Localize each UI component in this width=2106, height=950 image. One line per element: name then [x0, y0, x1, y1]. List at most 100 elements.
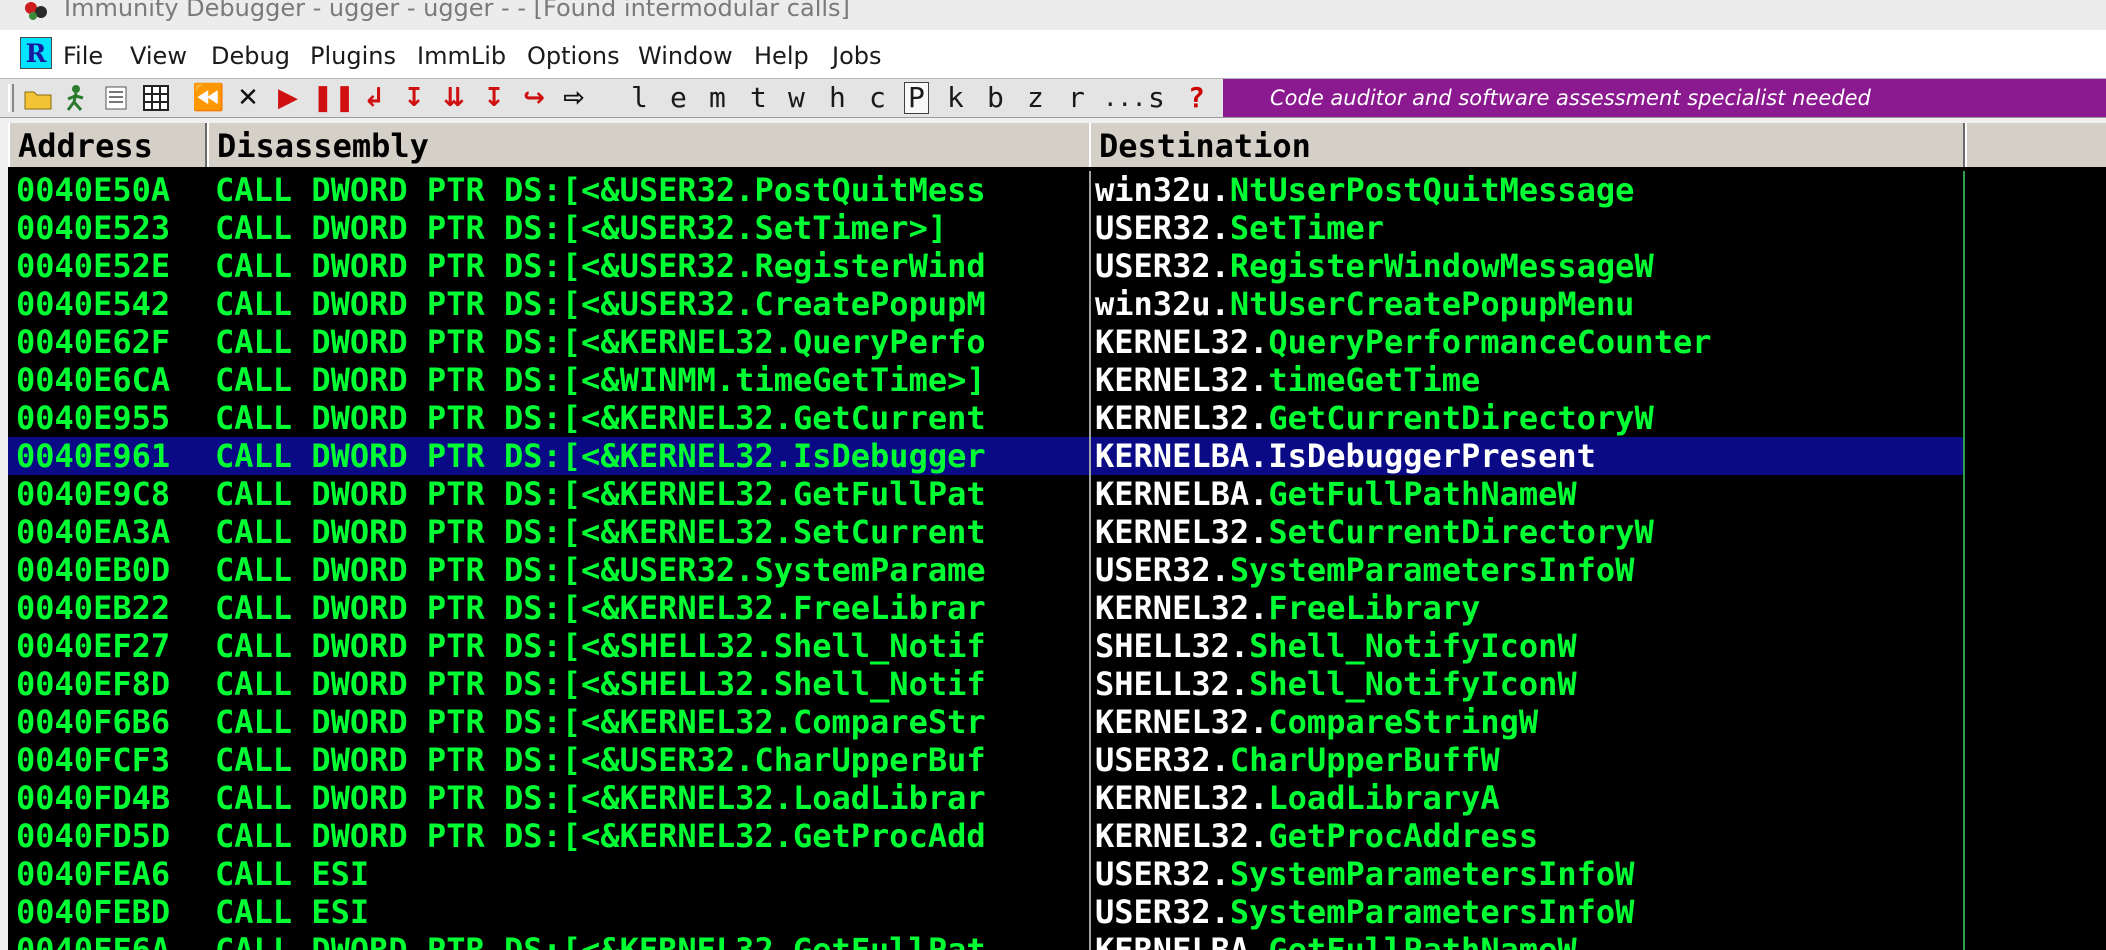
table-row[interactable]: 0040E955 CALL DWORD PTR DS:[<&KERNEL32.Ge…: [8, 399, 2106, 437]
table-row[interactable]: 0040E9C8 CALL DWORD PTR DS:[<&KERNEL32.Ge…: [8, 475, 2106, 513]
table-row[interactable]: 0040E62F CALL DWORD PTR DS:[<&KERNEL32.Qu…: [8, 323, 2106, 361]
toolbar-letter-p[interactable]: P: [904, 82, 929, 114]
toolbar-letter-r[interactable]: r: [1068, 81, 1085, 115]
table-row[interactable]: 0040EB0D CALL DWORD PTR DS:[<&USER32.Syst…: [8, 551, 2106, 589]
destination-function: RegisterWindowMessageW: [1229, 247, 1654, 285]
toolbar-letter-w[interactable]: w: [788, 81, 805, 115]
table-body[interactable]: 0040E50A CALL DWORD PTR DS:[<&USER32.Post…: [8, 171, 2106, 950]
cell-disassembly: CALL DWORD PTR DS:[<&SHELL32.Shell_Notif: [215, 665, 986, 703]
column-header-address[interactable]: Address: [8, 123, 207, 167]
table-row[interactable]: 0040E50A CALL DWORD PTR DS:[<&USER32.Post…: [8, 171, 2106, 209]
table-row[interactable]: 0040F6B6 CALL DWORD PTR DS:[<&KERNEL32.Co…: [8, 703, 2106, 741]
go-to-icon[interactable]: ⇨: [558, 82, 590, 114]
toolbar: ⏪ ✕ ▶ ❚❚ ↲ ↧ ⇊ ↧ ↪ ⇨ l e m t w h c P k b…: [0, 78, 2106, 118]
table-row[interactable]: 0040EF27 CALL DWORD PTR DS:[<&SHELL32.She…: [8, 627, 2106, 665]
cell-disassembly: CALL DWORD PTR DS:[<&KERNEL32.FreeLibrar: [215, 589, 986, 627]
table-row[interactable]: 0040EF8D CALL DWORD PTR DS:[<&SHELL32.She…: [8, 665, 2106, 703]
destination-function: QueryPerformanceCounter: [1268, 323, 1712, 361]
column-header-destination[interactable]: Destination: [1089, 123, 1965, 167]
help-question-icon[interactable]: ?: [1188, 81, 1205, 115]
trace-over-icon[interactable]: ↧: [478, 82, 510, 114]
cell-destination: SHELL32.Shell_NotifyIconW: [1095, 665, 1963, 703]
menu-immlib[interactable]: ImmLib: [417, 42, 506, 70]
toolbar-letter-c[interactable]: c: [869, 81, 886, 115]
column-divider[interactable]: [1963, 171, 1965, 950]
column-header-disassembly[interactable]: Disassembly: [207, 123, 1091, 167]
menu-view[interactable]: View: [130, 42, 187, 70]
menu-debug[interactable]: Debug: [211, 42, 290, 70]
toolbar-letter-k[interactable]: k: [947, 81, 964, 115]
table-row[interactable]: 0040FEBD CALL ESI USER32.SystemParametersI…: [8, 893, 2106, 931]
grid-icon[interactable]: [140, 82, 172, 114]
toolbar-ellipsis[interactable]: ...: [1103, 81, 1146, 115]
cell-destination: KERNELBA.IsDebuggerPresent: [1095, 437, 1963, 475]
execute-till-return-icon[interactable]: ↪: [518, 82, 550, 114]
table-row[interactable]: 0040FD5D CALL DWORD PTR DS:[<&KERNEL32.Ge…: [8, 817, 2106, 855]
step-into-icon[interactable]: ↲: [358, 82, 390, 114]
destination-module: KERNEL32: [1095, 779, 1250, 817]
cell-address: 0040F6B6: [16, 703, 171, 741]
table-row[interactable]: 0040E52E CALL DWORD PTR DS:[<&USER32.Regi…: [8, 247, 2106, 285]
cell-address: 0040FF6A: [16, 931, 171, 950]
destination-function: CompareStringW: [1268, 703, 1539, 741]
menu-jobs[interactable]: Jobs: [832, 42, 882, 70]
destination-function: SetTimer: [1229, 209, 1384, 247]
intermodular-calls-table: Address Disassembly Destination 0040E50A…: [8, 123, 2106, 950]
destination-module: SHELL32: [1095, 665, 1230, 703]
destination-separator: .: [1249, 475, 1269, 513]
cell-destination: SHELL32.Shell_NotifyIconW: [1095, 627, 1963, 665]
log-icon[interactable]: [100, 82, 132, 114]
toolbar-letter-b[interactable]: b: [987, 81, 1004, 115]
step-over-icon[interactable]: ↧: [398, 82, 430, 114]
column-divider[interactable]: [1089, 171, 1091, 950]
table-row[interactable]: 0040FD4B CALL DWORD PTR DS:[<&KERNEL32.Lo…: [8, 779, 2106, 817]
r-logo-icon[interactable]: R: [20, 37, 52, 69]
run-figure-icon[interactable]: [60, 82, 92, 114]
table-row[interactable]: 0040FCF3 CALL DWORD PTR DS:[<&USER32.Char…: [8, 741, 2106, 779]
run-icon[interactable]: ▶: [272, 82, 304, 114]
toolbar-grip[interactable]: [8, 84, 14, 112]
cell-destination: USER32.SetTimer: [1095, 209, 1963, 247]
toolbar-letter-s[interactable]: s: [1148, 81, 1165, 115]
menu-window[interactable]: Window: [638, 42, 733, 70]
cell-address: 0040E6CA: [16, 361, 171, 399]
table-row[interactable]: 0040E6CA CALL DWORD PTR DS:[<&WINMM.timeG…: [8, 361, 2106, 399]
table-row[interactable]: 0040EA3A CALL DWORD PTR DS:[<&KERNEL32.Se…: [8, 513, 2106, 551]
toolbar-letter-h[interactable]: h: [829, 81, 846, 115]
destination-separator: .: [1210, 209, 1230, 247]
toolbar-letter-e[interactable]: e: [670, 81, 687, 115]
destination-module: KERNELBA: [1095, 437, 1250, 475]
rewind-icon[interactable]: ⏪: [192, 82, 224, 114]
table-row[interactable]: 0040E542 CALL DWORD PTR DS:[<&USER32.Crea…: [8, 285, 2106, 323]
toolbar-letter-m[interactable]: m: [709, 81, 726, 115]
pause-icon[interactable]: ❚❚: [312, 82, 356, 114]
cell-address: 0040FCF3: [16, 741, 171, 779]
close-icon[interactable]: ✕: [232, 82, 264, 114]
cell-disassembly: CALL DWORD PTR DS:[<&USER32.SystemParame: [215, 551, 986, 589]
destination-module: USER32: [1095, 551, 1211, 589]
destination-module: USER32: [1095, 209, 1211, 247]
cell-destination: KERNELBA.GetFullPathNameW: [1095, 931, 1963, 950]
cell-address: 0040E62F: [16, 323, 171, 361]
table-row[interactable]: 0040FEA6 CALL ESI USER32.SystemParametersI…: [8, 855, 2106, 893]
menu-file[interactable]: File: [63, 42, 103, 70]
cell-destination: USER32.SystemParametersInfoW: [1095, 893, 1963, 931]
cell-address: 0040E52E: [16, 247, 171, 285]
menu-help[interactable]: Help: [754, 42, 809, 70]
trace-into-icon[interactable]: ⇊: [438, 82, 470, 114]
menu-plugins[interactable]: Plugins: [310, 42, 396, 70]
cell-disassembly: CALL DWORD PTR DS:[<&KERNEL32.GetFullPat: [215, 475, 986, 513]
open-folder-icon[interactable]: [22, 82, 54, 114]
destination-separator: .: [1249, 817, 1269, 855]
table-row-selected[interactable]: 0040E961 CALL DWORD PTR DS:[<&KERNEL32.Is…: [8, 437, 1963, 475]
toolbar-letter-t[interactable]: t: [750, 81, 767, 115]
table-row[interactable]: 0040EB22 CALL DWORD PTR DS:[<&KERNEL32.Fr…: [8, 589, 2106, 627]
toolbar-letter-l[interactable]: l: [631, 81, 648, 115]
ad-banner[interactable]: Code auditor and software assessment spe…: [1223, 79, 2106, 117]
toolbar-letter-z[interactable]: z: [1027, 81, 1044, 115]
menu-options[interactable]: Options: [527, 42, 620, 70]
table-row[interactable]: 0040E523 CALL DWORD PTR DS:[<&USER32.SetT…: [8, 209, 2106, 247]
table-row[interactable]: 0040FF6A CALL DWORD PTR DS:[<&KERNEL32.Ge…: [8, 931, 2106, 950]
cell-destination: USER32.RegisterWindowMessageW: [1095, 247, 1963, 285]
destination-separator: .: [1229, 665, 1250, 703]
